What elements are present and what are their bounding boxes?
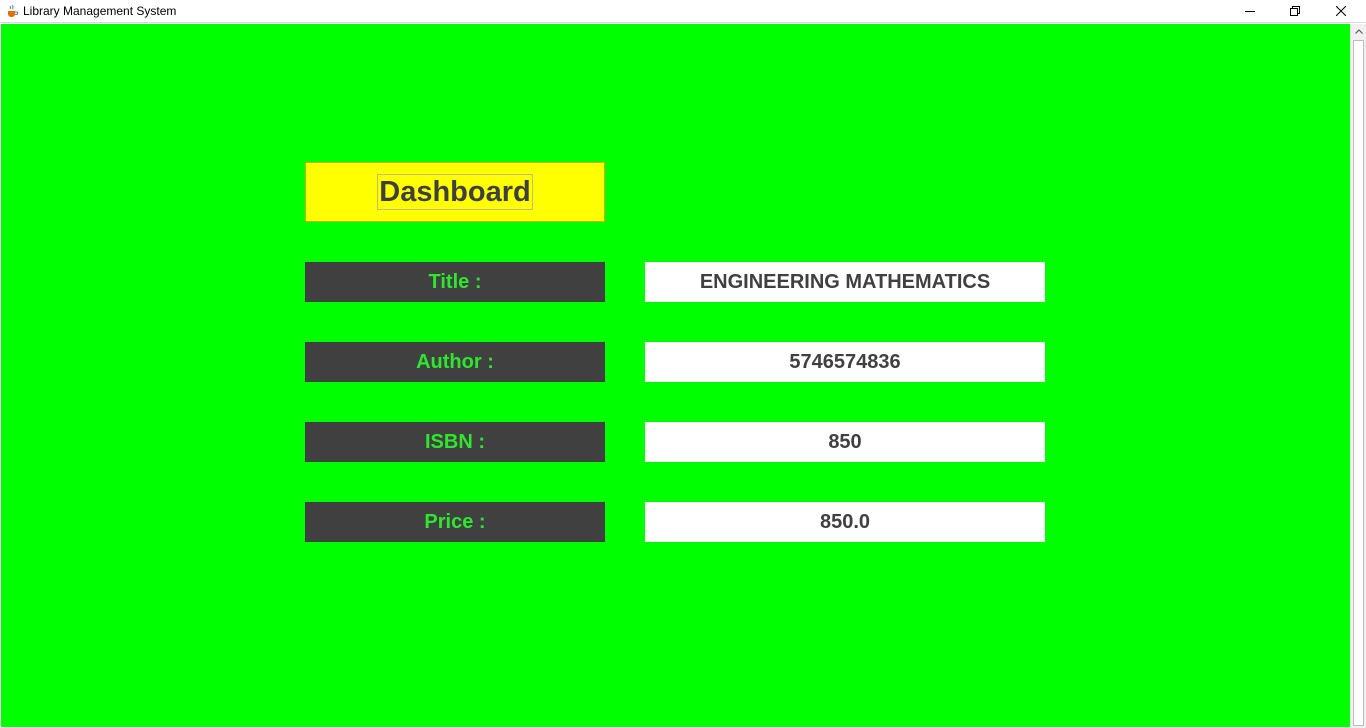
restore-icon: [1290, 6, 1300, 16]
dashboard-panel: Dashboard Title : ENGINEERING MATHEMATIC…: [1, 24, 1350, 727]
app-window: Library Management System Dashboard Titl…: [0, 0, 1366, 728]
scroll-up-button[interactable]: [1351, 24, 1366, 39]
restore-button[interactable]: [1272, 0, 1318, 22]
title-bar[interactable]: Library Management System: [0, 0, 1366, 23]
close-button[interactable]: [1318, 0, 1364, 22]
price-value: 850.0: [645, 502, 1045, 542]
dashboard-heading: Dashboard: [377, 174, 533, 210]
dashboard-heading-box: Dashboard: [305, 162, 605, 222]
java-coffee-icon: [8, 4, 19, 17]
title-value: ENGINEERING MATHEMATICS: [645, 262, 1045, 302]
title-label: Title :: [305, 262, 605, 302]
minimize-button[interactable]: [1227, 0, 1273, 22]
minimize-icon: [1245, 11, 1255, 12]
isbn-value: 850: [645, 422, 1045, 462]
vertical-scrollbar[interactable]: [1350, 24, 1366, 728]
window-title: Library Management System: [23, 4, 177, 18]
close-icon: [1336, 6, 1346, 16]
chevron-up-icon: [1354, 29, 1363, 34]
isbn-label: ISBN :: [305, 422, 605, 462]
price-label: Price :: [305, 502, 605, 542]
author-label: Author :: [305, 342, 605, 382]
author-value: 5746574836: [645, 342, 1045, 382]
scroll-thumb[interactable]: [1353, 40, 1364, 726]
